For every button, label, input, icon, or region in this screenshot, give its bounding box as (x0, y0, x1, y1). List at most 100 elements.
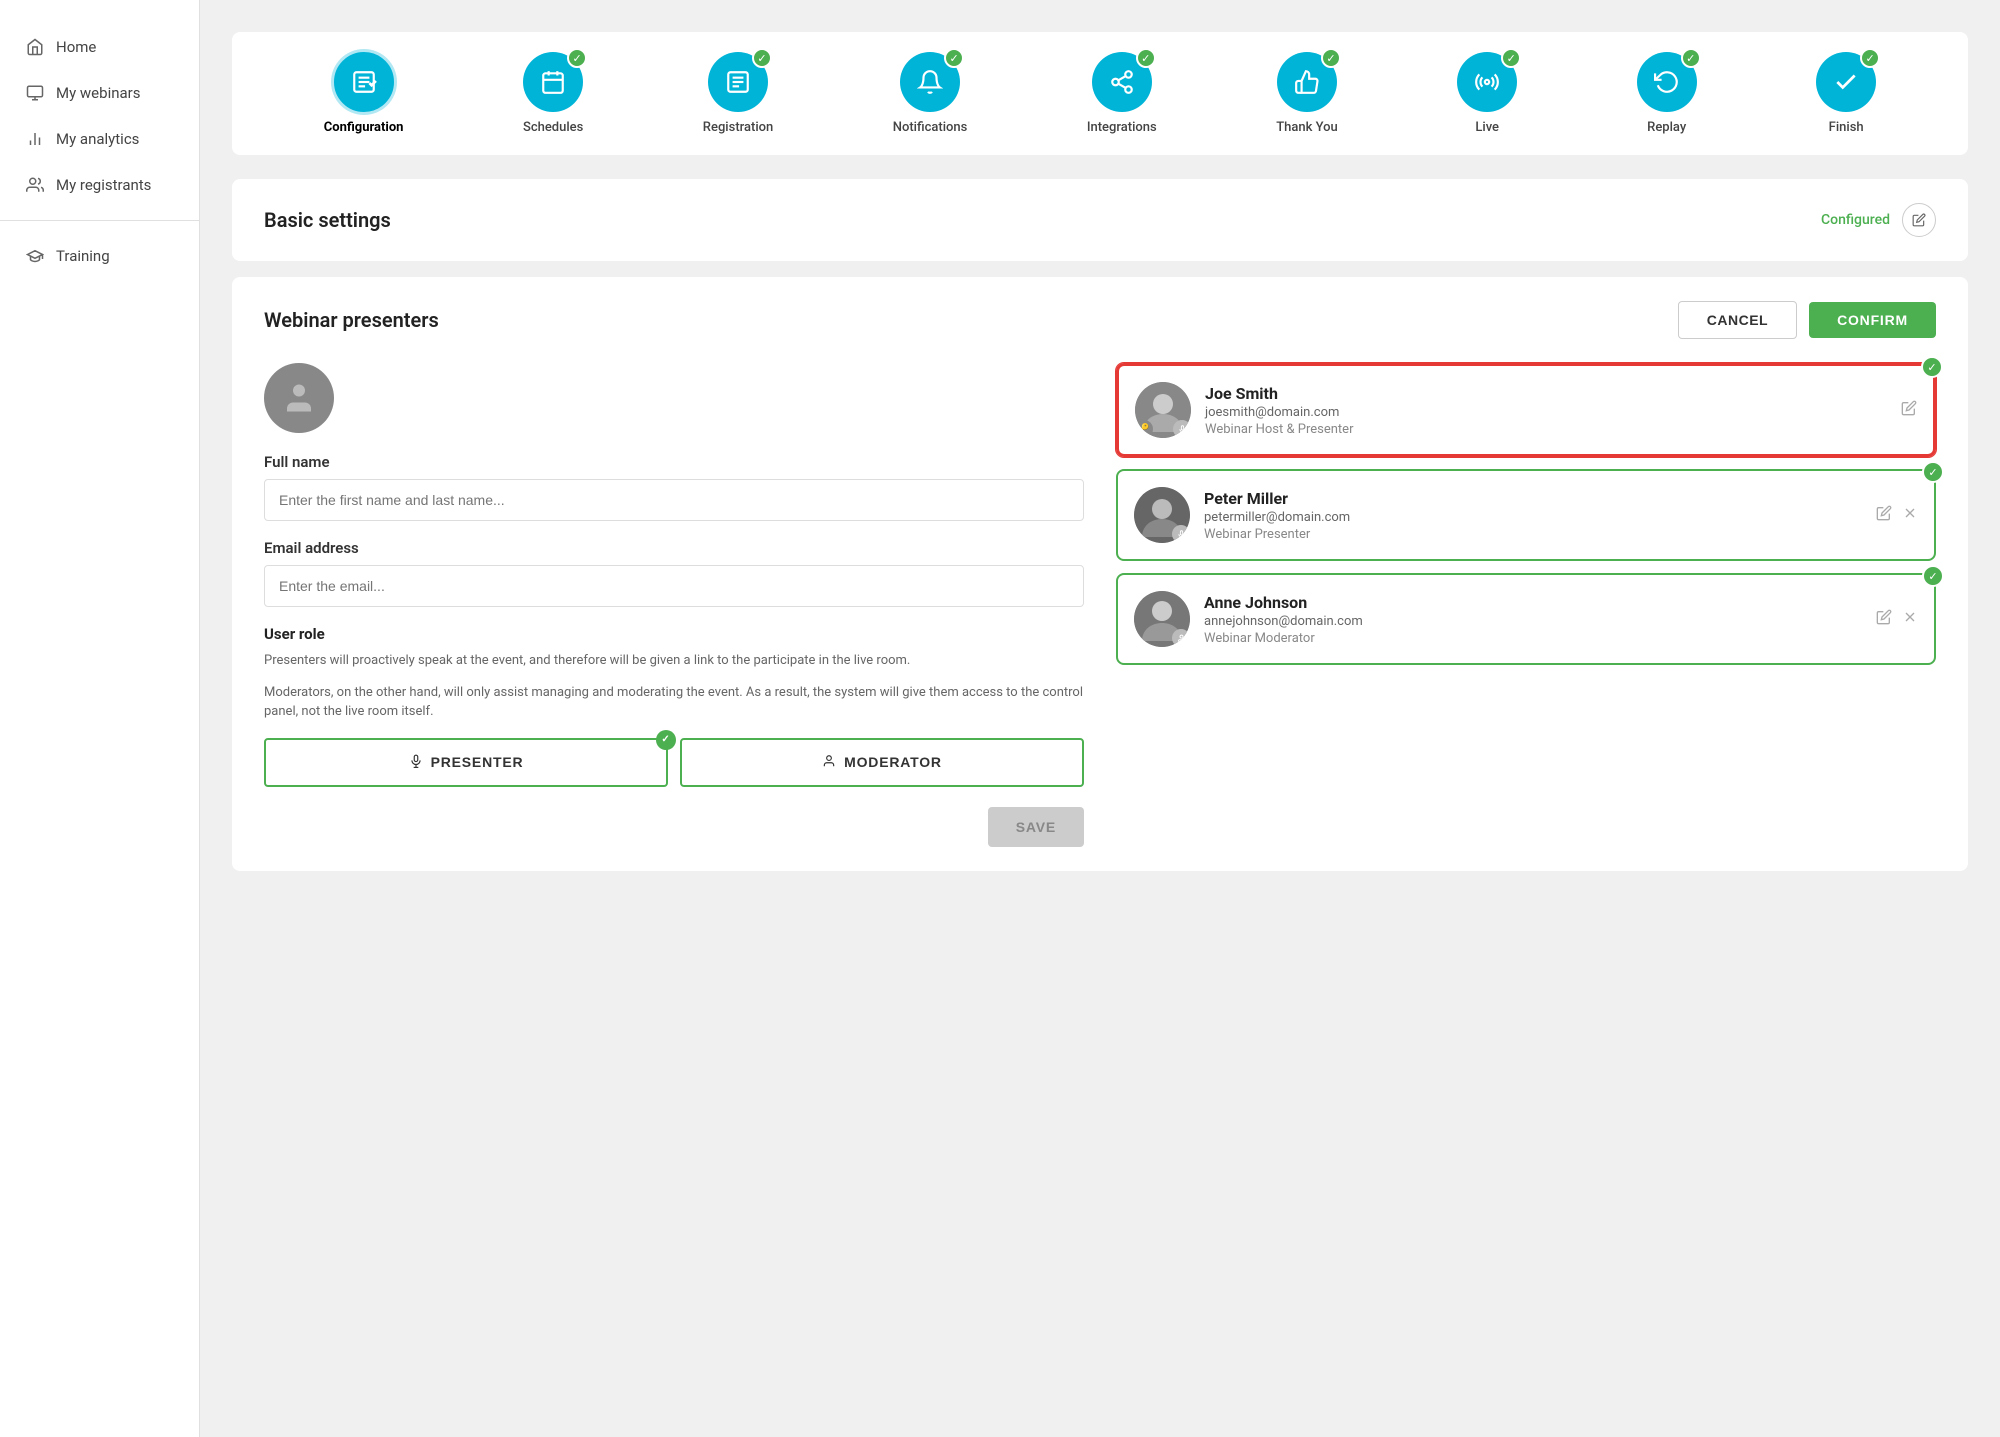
step-notifications-check: ✓ (944, 48, 964, 68)
save-button[interactable]: SAVE (988, 807, 1084, 847)
presenter-card-anne-johnson: Anne Johnson annejohnson@domain.com Webi… (1116, 573, 1936, 665)
step-registration-check: ✓ (752, 48, 772, 68)
basic-settings-card: Basic settings Configured (232, 179, 1968, 261)
mic-icon (409, 754, 423, 771)
email-input[interactable] (264, 565, 1084, 607)
step-schedules[interactable]: ✓ Schedules (523, 52, 583, 135)
peter-miller-name: Peter Miller (1204, 489, 1862, 508)
add-presenter-form: Full name Email address User role Presen… (264, 363, 1084, 847)
webinar-presenters-title: Webinar presenters (264, 308, 439, 332)
step-finish[interactable]: ✓ Finish (1816, 52, 1876, 135)
joe-smith-check: ✓ (1921, 356, 1943, 378)
sidebar-item-my-registrants[interactable]: My registrants (0, 162, 199, 208)
joe-smith-name: Joe Smith (1205, 384, 1887, 403)
step-finish-circle: ✓ (1816, 52, 1876, 112)
presenter-card-joe-smith: 🔑 Joe Smith joesmith@domain.com Webinar … (1116, 363, 1936, 457)
joe-smith-role: Webinar Host & Presenter (1205, 422, 1887, 437)
email-label: Email address (264, 539, 1084, 557)
step-live-label: Live (1475, 120, 1499, 135)
save-row: SAVE (264, 807, 1084, 847)
anne-johnson-check: ✓ (1922, 565, 1944, 587)
joe-smith-edit-icon[interactable] (1901, 400, 1917, 420)
step-replay-label: Replay (1647, 120, 1686, 135)
anne-johnson-email: annejohnson@domain.com (1204, 614, 1862, 629)
webinar-presenters-header: Webinar presenters CANCEL CONFIRM (264, 301, 1936, 339)
sidebar-item-home[interactable]: Home (0, 24, 199, 70)
sidebar-item-my-analytics[interactable]: My analytics (0, 116, 199, 162)
step-thank-you-label: Thank You (1276, 120, 1338, 135)
anne-johnson-name: Anne Johnson (1204, 593, 1862, 612)
sidebar-item-my-webinars-label: My webinars (56, 84, 140, 102)
mic-badge-joe (1173, 420, 1191, 438)
step-integrations-circle: ✓ (1092, 52, 1152, 112)
step-thank-you-circle: ✓ (1277, 52, 1337, 112)
presenter-check: ✓ (656, 730, 676, 750)
step-live[interactable]: ✓ Live (1457, 52, 1517, 135)
presenter-role-button[interactable]: PRESENTER ✓ (264, 738, 668, 787)
joe-smith-email: joesmith@domain.com (1205, 405, 1887, 420)
confirm-button[interactable]: CONFIRM (1809, 302, 1936, 338)
registrants-icon (24, 174, 46, 196)
step-integrations-label: Integrations (1087, 120, 1157, 135)
step-replay[interactable]: ✓ Replay (1637, 52, 1697, 135)
cancel-button[interactable]: CANCEL (1678, 301, 1797, 339)
moderator-role-button[interactable]: MODERATOR (680, 738, 1084, 787)
step-integrations-check: ✓ (1136, 48, 1156, 68)
peter-miller-avatar (1134, 487, 1190, 543)
step-configuration-circle (334, 52, 394, 112)
peter-miller-info: Peter Miller petermiller@domain.com Webi… (1204, 489, 1862, 542)
anne-johnson-actions (1876, 609, 1918, 629)
anne-johnson-delete-icon[interactable] (1902, 609, 1918, 629)
mic-badge-anne (1172, 629, 1190, 647)
webinars-icon (24, 82, 46, 104)
full-name-input[interactable] (264, 479, 1084, 521)
analytics-icon (24, 128, 46, 150)
step-notifications-circle: ✓ (900, 52, 960, 112)
step-integrations[interactable]: ✓ Integrations (1087, 52, 1157, 135)
steps-wizard: Configuration ✓ Schedules ✓ Registration… (232, 32, 1968, 155)
basic-settings-title: Basic settings (264, 208, 391, 232)
webinar-presenters-card: Webinar presenters CANCEL CONFIRM Full n… (232, 277, 1968, 871)
form-avatar (264, 363, 334, 433)
step-schedules-check: ✓ (567, 48, 587, 68)
peter-miller-delete-icon[interactable] (1902, 505, 1918, 525)
main-content: Configuration ✓ Schedules ✓ Registration… (200, 0, 2000, 1437)
user-role-desc2: Moderators, on the other hand, will only… (264, 683, 1084, 722)
step-registration-label: Registration (703, 120, 773, 135)
sidebar-divider (0, 220, 199, 221)
mic-badge-peter (1172, 525, 1190, 543)
step-configuration-label: Configuration (324, 120, 404, 135)
anne-johnson-role: Webinar Moderator (1204, 631, 1862, 646)
basic-settings-edit-button[interactable] (1902, 203, 1936, 237)
peter-miller-email: petermiller@domain.com (1204, 510, 1862, 525)
step-replay-circle: ✓ (1637, 52, 1697, 112)
anne-johnson-edit-icon[interactable] (1876, 609, 1892, 629)
sidebar: Home My webinars My analytics My registr… (0, 0, 200, 1437)
sidebar-item-training[interactable]: Training (0, 233, 199, 279)
peter-miller-edit-icon[interactable] (1876, 505, 1892, 525)
step-registration-circle: ✓ (708, 52, 768, 112)
step-thank-you[interactable]: ✓ Thank You (1276, 52, 1338, 135)
presenter-header-actions: CANCEL CONFIRM (1678, 301, 1936, 339)
user-role-desc1: Presenters will proactively speak at the… (264, 651, 1084, 671)
key-icon: 🔑 (1135, 420, 1153, 438)
basic-settings-status: Configured (1821, 212, 1890, 228)
role-buttons: PRESENTER ✓ MODERATOR (264, 738, 1084, 787)
training-icon (24, 245, 46, 267)
step-thank-you-check: ✓ (1321, 48, 1341, 68)
home-icon (24, 36, 46, 58)
step-live-circle: ✓ (1457, 52, 1517, 112)
presenters-list: 🔑 Joe Smith joesmith@domain.com Webinar … (1116, 363, 1936, 847)
user-icon (822, 754, 836, 771)
anne-johnson-info: Anne Johnson annejohnson@domain.com Webi… (1204, 593, 1862, 646)
presenter-card-peter-miller: Peter Miller petermiller@domain.com Webi… (1116, 469, 1936, 561)
sidebar-item-training-label: Training (56, 247, 110, 265)
step-live-check: ✓ (1501, 48, 1521, 68)
step-registration[interactable]: ✓ Registration (703, 52, 773, 135)
sidebar-item-my-webinars[interactable]: My webinars (0, 70, 199, 116)
step-notifications[interactable]: ✓ Notifications (893, 52, 968, 135)
joe-smith-info: Joe Smith joesmith@domain.com Webinar Ho… (1205, 384, 1887, 437)
step-configuration[interactable]: Configuration (324, 52, 404, 135)
full-name-label: Full name (264, 453, 1084, 471)
joe-smith-actions (1901, 400, 1917, 420)
